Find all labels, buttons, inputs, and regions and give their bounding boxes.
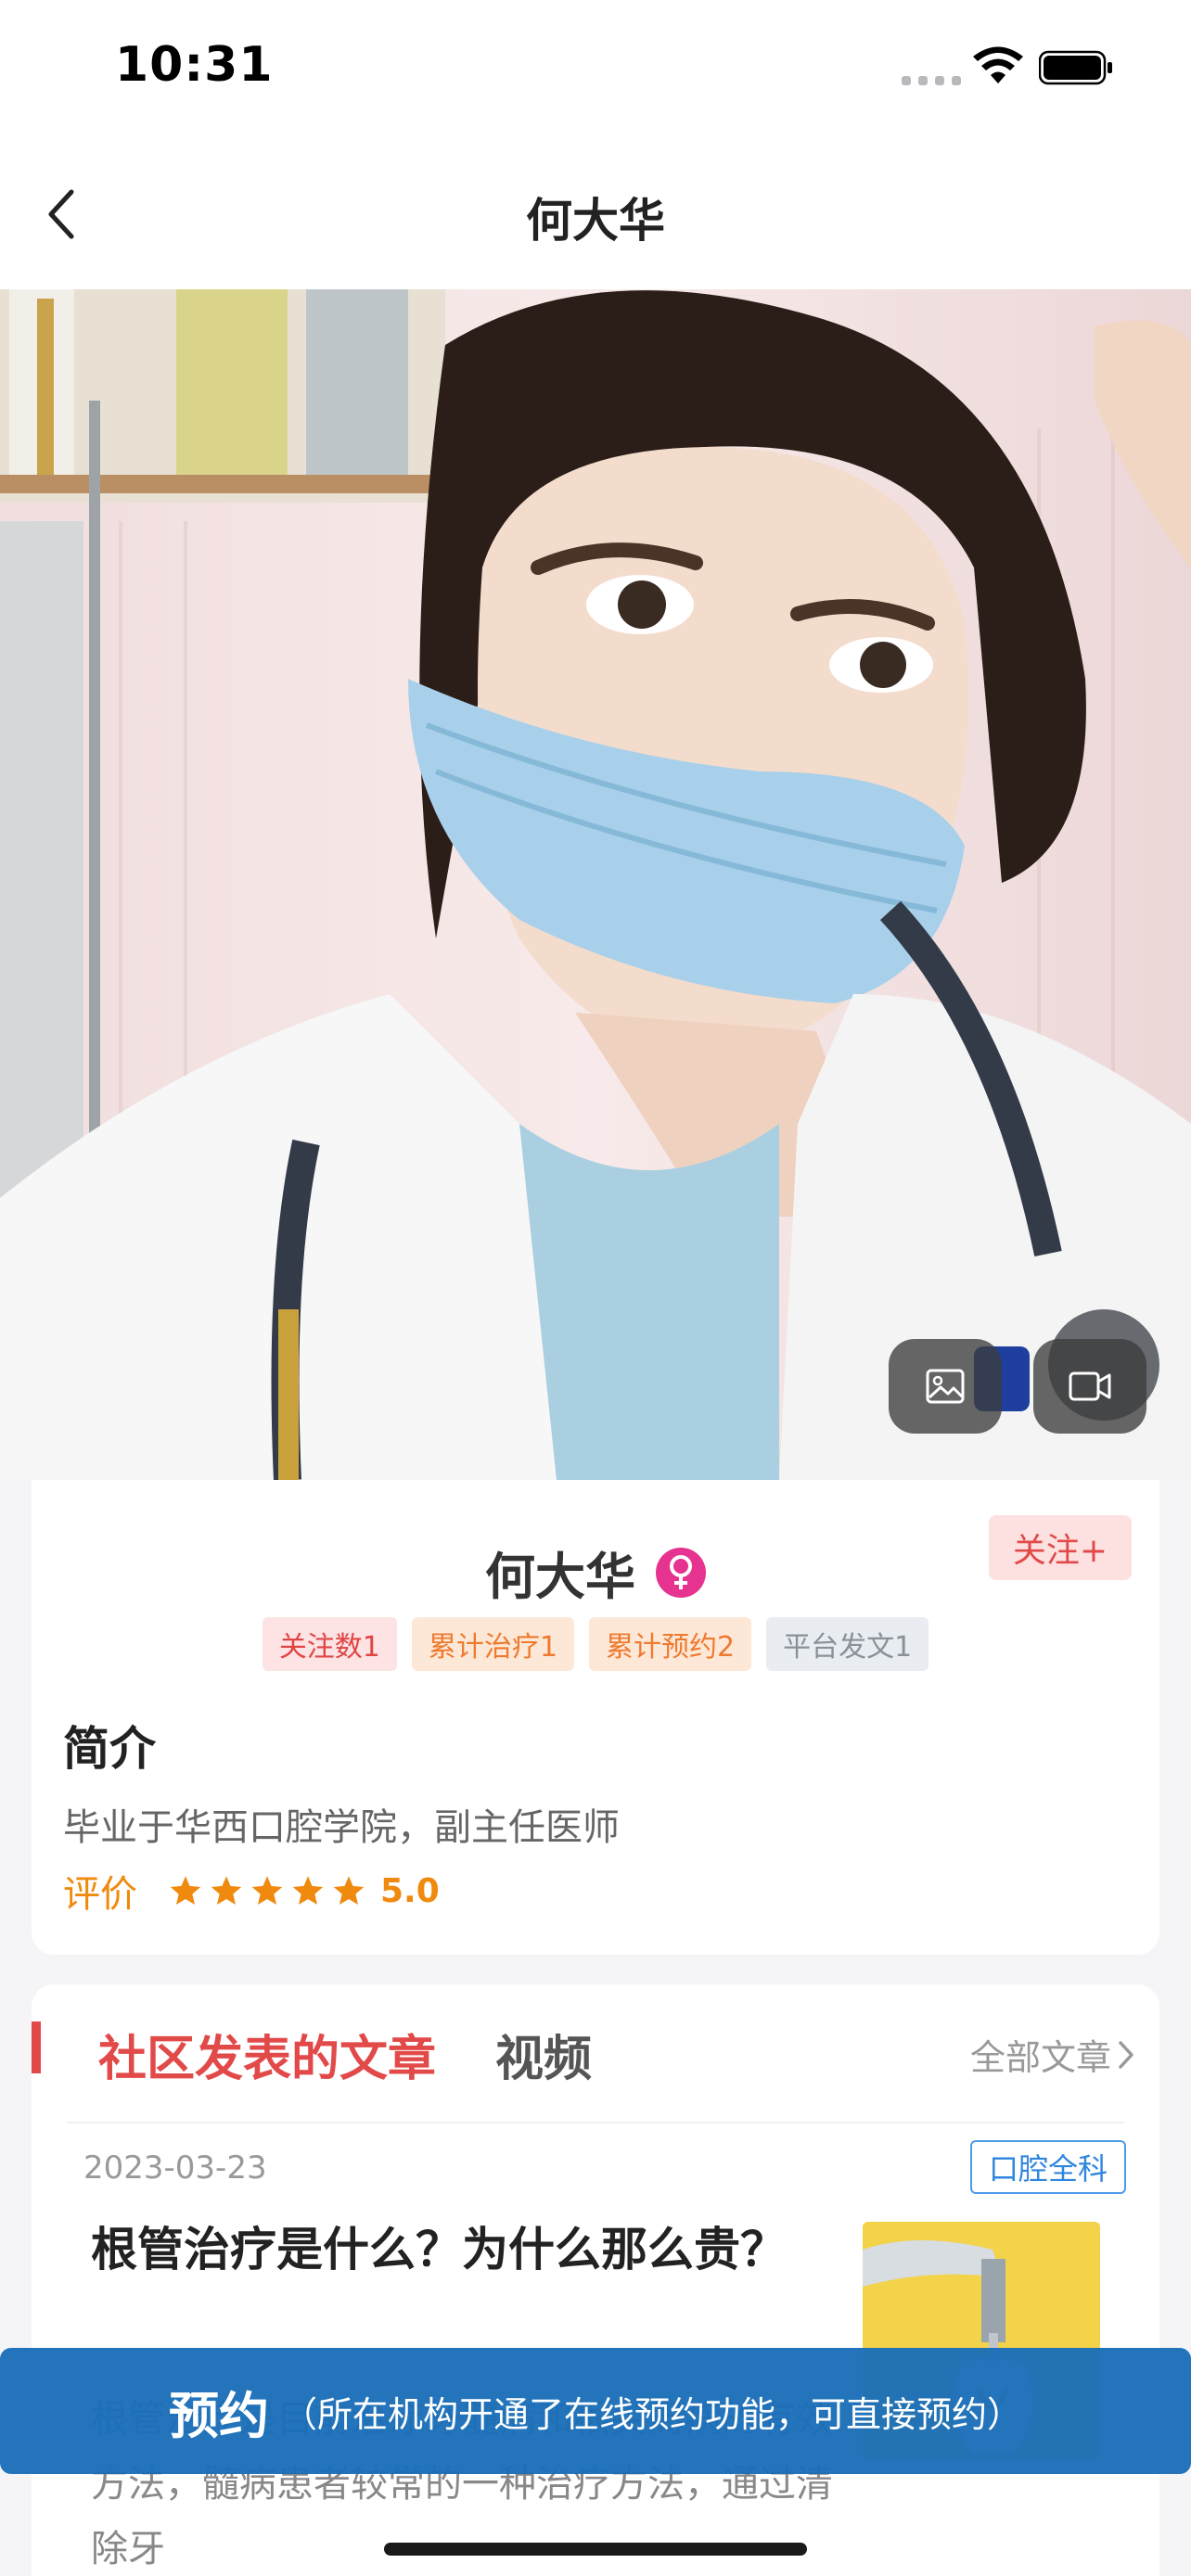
booking-title: 预约 <box>168 2386 269 2445</box>
image-gallery-button[interactable] <box>889 1339 1002 1434</box>
rating-label: 评价 <box>63 1873 137 1916</box>
star-icon <box>292 1876 324 1905</box>
star-icon <box>211 1876 242 1905</box>
doctor-name: 何大华 <box>485 1548 635 1606</box>
intro-text: 毕业于华西口腔学院，副主任医师 <box>63 1806 620 1849</box>
nav-bar: 何大华 <box>0 139 1191 289</box>
video-icon <box>1069 1371 1111 1401</box>
tab-articles[interactable]: 社区发表的文章 <box>98 2020 436 2089</box>
doctor-photo[interactable] <box>0 289 1191 1480</box>
wifi-icon <box>973 46 1023 83</box>
stat-posts: 平台发文1 <box>766 1617 929 1671</box>
rating-score: 5.0 <box>380 1871 440 1910</box>
booking-button[interactable]: 预约 （所在机构开通了在线预约功能，可直接预约） <box>0 2348 1191 2474</box>
home-indicator <box>384 2543 807 2556</box>
status-bar: 10:31 <box>0 0 1191 139</box>
signal-icon <box>902 76 961 85</box>
stat-followers: 关注数1 <box>262 1617 397 1671</box>
articles-card: 社区发表的文章 视频 全部文章 2023-03-23 口腔全科 根管治疗是什么？… <box>32 1984 1159 2576</box>
all-articles-link[interactable]: 全部文章 <box>970 2029 1135 2080</box>
booking-description: （所在机构开通了在线预约功能，可直接预约） <box>281 2393 1022 2435</box>
female-icon <box>656 1547 706 1598</box>
stat-appointments: 累计预约2 <box>589 1617 752 1671</box>
star-icon <box>333 1876 365 1905</box>
star-icon <box>170 1876 201 1905</box>
divider <box>67 2122 1124 2123</box>
star-icon <box>251 1876 283 1905</box>
chevron-right-icon <box>1119 2040 1133 2069</box>
section-accent-bar <box>32 2021 41 2073</box>
follow-button[interactable]: 关注+ <box>989 1515 1132 1580</box>
rating-row: 评价 5.0 <box>63 1864 440 1918</box>
intro-title: 简介 <box>63 1722 156 1776</box>
video-button[interactable] <box>1033 1339 1146 1434</box>
stats-row: 关注数1 累计治疗1 累计预约2 平台发文1 <box>32 1617 1159 1671</box>
all-articles-label: 全部文章 <box>969 2037 1111 2078</box>
status-time: 10:31 <box>115 37 274 93</box>
article-tag: 口腔全科 <box>969 2140 1126 2194</box>
tab-video[interactable]: 视频 <box>495 2020 592 2089</box>
battery-icon <box>1039 50 1112 85</box>
article-date: 2023-03-23 <box>83 2149 267 2187</box>
page-title: 何大华 <box>526 194 665 248</box>
image-icon <box>926 1369 965 1404</box>
rating-stars <box>169 1874 365 1907</box>
article-title: 根管治疗是什么？为什么那么贵？ <box>91 2223 787 2276</box>
stat-treatments: 累计治疗1 <box>411 1617 574 1671</box>
profile-card: 何大华 关注+ 关注数1 累计治疗1 累计预约2 平台发文1 简介 毕业于华西口… <box>32 1480 1159 1955</box>
